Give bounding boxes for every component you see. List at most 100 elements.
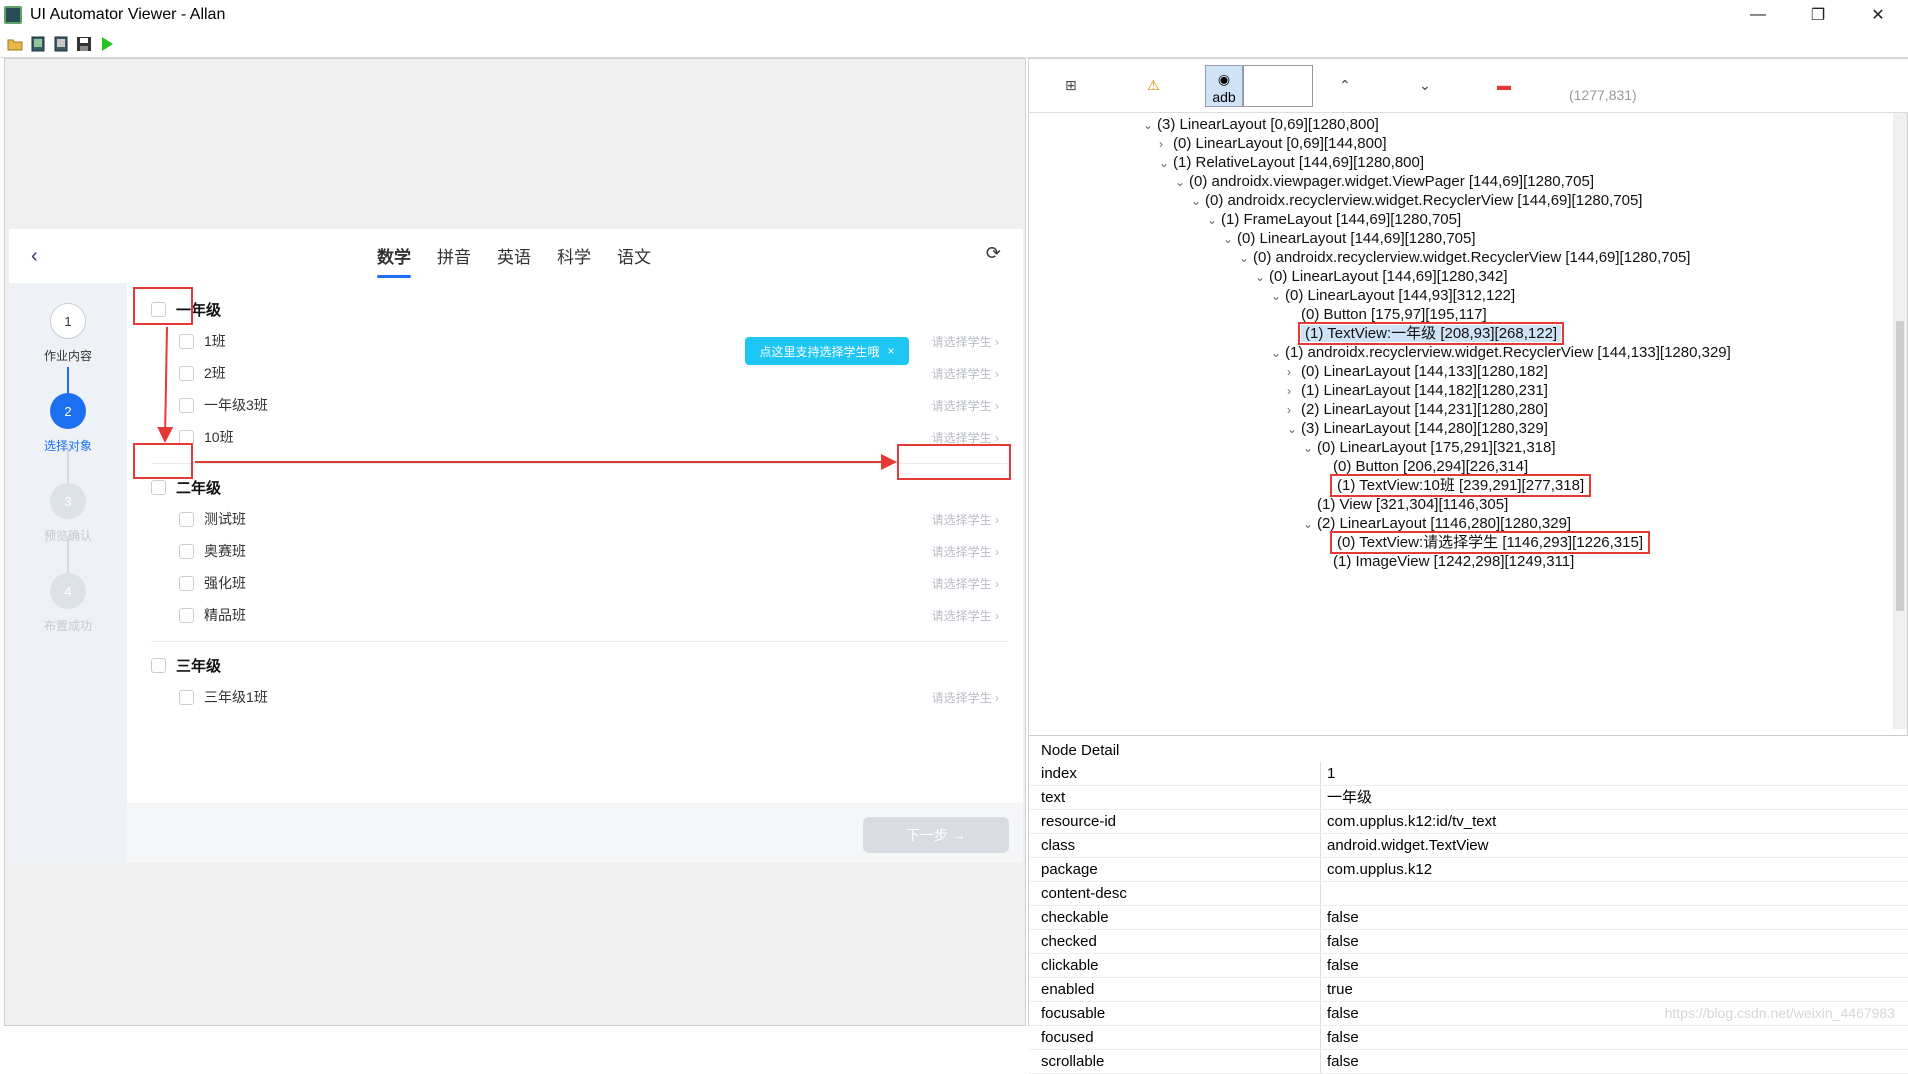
node-detail-table: index 1 text 一年级 resource-id com.upplus.k12:i…	[1029, 762, 1908, 1074]
chevron-down-icon[interactable]: ⌄	[1419, 77, 1431, 94]
detail-value: true	[1327, 981, 1353, 998]
detail-key: scrollable	[1029, 1050, 1321, 1073]
tree-node[interactable]: ⌄ (2) LinearLayout [1146,280][1280,329]	[1303, 514, 1571, 534]
adb-label: adb	[1212, 89, 1236, 105]
detail-row: text 一年级	[1029, 786, 1908, 810]
minus-icon[interactable]: ▬	[1497, 77, 1511, 93]
tree-node[interactable]: ⌄ (0) androidx.recyclerview.widget.Recycl…	[1239, 248, 1690, 268]
chevron-down-icon[interactable]: ⌄	[1159, 153, 1173, 173]
tree-node[interactable]: (0) TextView:请选择学生 [1146,293][1226,315]	[1319, 531, 1650, 554]
chevron-down-icon[interactable]: ⌄	[1191, 191, 1205, 211]
close-button[interactable]: ✕	[1848, 0, 1908, 30]
detail-value: com.upplus.k12:id/tv_text	[1327, 813, 1497, 830]
maximize-button[interactable]: ❐	[1788, 0, 1848, 30]
detail-row: resource-id com.upplus.k12:id/tv_text	[1029, 810, 1908, 834]
detail-row: class android.widget.TextView	[1029, 834, 1908, 858]
play-icon[interactable]	[98, 36, 115, 52]
save-icon[interactable]	[75, 36, 92, 52]
app-icon	[4, 6, 22, 24]
chevron-right-icon[interactable]: ›	[1159, 134, 1173, 154]
detail-key: index	[1029, 762, 1321, 785]
detail-value: false	[1327, 1053, 1359, 1070]
tree-node-label: (1) ImageView [1242,298][1249,311]	[1333, 553, 1575, 570]
tree-node[interactable]: ⌄ (3) LinearLayout [0,69][1280,800]	[1143, 115, 1379, 135]
warning-icon[interactable]: ⚠	[1147, 77, 1160, 94]
tree-node[interactable]: › (1) LinearLayout [144,182][1280,231]	[1287, 381, 1548, 401]
chevron-down-icon[interactable]: ⌄	[1271, 286, 1285, 306]
expand-all-icon[interactable]: ⊞	[1065, 77, 1077, 94]
tree-node[interactable]: › (0) LinearLayout [0,69][144,800]	[1159, 134, 1387, 154]
detail-key: checkable	[1029, 906, 1321, 929]
tree-node-label: (0) androidx.recyclerview.widget.Recycle…	[1253, 249, 1691, 266]
tree-node[interactable]: ⌄ (0) LinearLayout [144,93][312,122]	[1271, 286, 1515, 306]
chevron-down-icon[interactable]: ⌄	[1175, 172, 1189, 192]
tree-node[interactable]: ⌄ (1) FrameLayout [144,69][1280,705]	[1207, 210, 1461, 230]
tree-node-label: (3) LinearLayout [144,280][1280,329]	[1301, 420, 1548, 437]
chevron-down-icon[interactable]: ⌄	[1287, 419, 1301, 439]
open-folder-icon[interactable]	[6, 36, 23, 52]
adb-input[interactable]	[1243, 65, 1313, 107]
chevron-right-icon[interactable]: ›	[1287, 362, 1301, 382]
tree-node-label: (2) LinearLayout [1146,280][1280,329]	[1317, 515, 1572, 532]
tree-node-label: (3) LinearLayout [0,69][1280,800]	[1157, 116, 1379, 133]
detail-key: text	[1029, 786, 1321, 809]
tree-node[interactable]: (1) View [321,304][1146,305]	[1303, 495, 1508, 515]
chevron-right-icon[interactable]: ›	[1287, 381, 1301, 401]
chevron-up-icon[interactable]: ⌃	[1339, 77, 1351, 94]
tree-node-label: (1) TextView:一年级 [208,93][268,122]	[1297, 322, 1565, 345]
tree-node[interactable]: ⌄ (0) LinearLayout [144,69][1280,342]	[1255, 267, 1508, 287]
tree-node-label: (1) RelativeLayout [144,69][1280,800]	[1173, 154, 1425, 171]
node-detail-title: Node Detail	[1041, 742, 1120, 759]
chevron-down-icon[interactable]: ⌄	[1271, 343, 1285, 363]
detail-value: false	[1327, 909, 1359, 926]
chevron-down-icon[interactable]: ⌄	[1303, 514, 1317, 534]
detail-value: android.widget.TextView	[1327, 837, 1489, 854]
tree-node-label: (0) LinearLayout [144,133][1280,182]	[1301, 363, 1548, 380]
compressed-screenshot-icon[interactable]	[52, 36, 69, 52]
screenshot-pane: ‹ 数学 拼音 英语 科学 语文 ⟳ 1 作业内容 2 选择对象 3 预览确认 …	[4, 58, 1026, 1026]
tree-node[interactable]: › (0) LinearLayout [144,133][1280,182]	[1287, 362, 1548, 382]
chevron-right-icon[interactable]: ›	[1287, 400, 1301, 420]
detail-key: package	[1029, 858, 1321, 881]
detail-row: enabled true	[1029, 978, 1908, 1002]
title-bar: UI Automator Viewer - Allan — ❐ ✕	[0, 0, 1908, 30]
tree-node-label: (0) LinearLayout [144,69][1280,342]	[1269, 268, 1508, 285]
tree-node[interactable]: ⌄ (0) LinearLayout [144,69][1280,705]	[1223, 229, 1476, 249]
tree-node[interactable]: ⌄ (0) androidx.recyclerview.widget.Recycl…	[1191, 191, 1642, 211]
tree-node[interactable]: (1) TextView:10班 [239,291][277,318]	[1319, 474, 1592, 497]
hierarchy-pane: ⊞ ⚠ ◉ adb ⌃ ⌄ ▬ (1277,831) ⌄ (3) LinearLay…	[1028, 58, 1908, 1074]
scroll-thumb[interactable]	[1896, 321, 1904, 611]
tree-node-label: (0) LinearLayout [175,291][321,318]	[1317, 439, 1556, 456]
tree-node[interactable]: (0) Button [175,97][195,117]	[1287, 305, 1487, 325]
chevron-down-icon[interactable]: ⌄	[1255, 267, 1269, 287]
detail-key: class	[1029, 834, 1321, 857]
chevron-down-icon[interactable]: ⌄	[1143, 115, 1157, 135]
detail-value: com.upplus.k12	[1327, 861, 1433, 878]
detail-value: false	[1327, 1005, 1359, 1022]
chevron-down-icon[interactable]: ⌄	[1239, 248, 1253, 268]
tree-node[interactable]: ⌄ (3) LinearLayout [144,280][1280,329]	[1287, 419, 1548, 439]
tree-node[interactable]: (1) TextView:一年级 [208,93][268,122]	[1287, 322, 1565, 345]
adb-toggle[interactable]: ◉ adb	[1205, 65, 1243, 107]
tree-node-label: (0) Button [206,294][226,314]	[1333, 458, 1529, 475]
detail-key: enabled	[1029, 978, 1321, 1001]
tree-node[interactable]: › (2) LinearLayout [144,231][1280,280]	[1287, 400, 1548, 420]
detail-value: 一年级	[1327, 789, 1373, 806]
tree-node-label: (0) TextView:请选择学生 [1146,293][1226,315]	[1330, 531, 1650, 554]
detail-row: scrollable false	[1029, 1050, 1908, 1074]
tree-node-label: (1) FrameLayout [144,69][1280,705]	[1221, 211, 1462, 228]
tree-scrollbar[interactable]	[1893, 113, 1907, 729]
chevron-down-icon[interactable]: ⌄	[1207, 210, 1221, 230]
tree-node[interactable]: ⌄ (1) RelativeLayout [144,69][1280,800]	[1159, 153, 1424, 173]
tree-node[interactable]: (0) Button [206,294][226,314]	[1319, 457, 1528, 477]
chevron-down-icon[interactable]: ⌄	[1303, 438, 1317, 458]
minimize-button[interactable]: —	[1728, 0, 1788, 30]
tree-node[interactable]: ⌄ (1) androidx.recyclerview.widget.Recycl…	[1271, 343, 1731, 363]
tree-node[interactable]: ⌄ (0) LinearLayout [175,291][321,318]	[1303, 438, 1556, 458]
tree-node[interactable]: (1) ImageView [1242,298][1249,311]	[1319, 552, 1574, 572]
tree-node-label: (1) View [321,304][1146,305]	[1317, 496, 1509, 513]
tree-node[interactable]: ⌄ (0) androidx.viewpager.widget.ViewPager…	[1175, 172, 1594, 192]
chevron-down-icon[interactable]: ⌄	[1223, 229, 1237, 249]
detail-row: index 1	[1029, 762, 1908, 786]
device-screenshot-icon[interactable]	[29, 36, 46, 52]
